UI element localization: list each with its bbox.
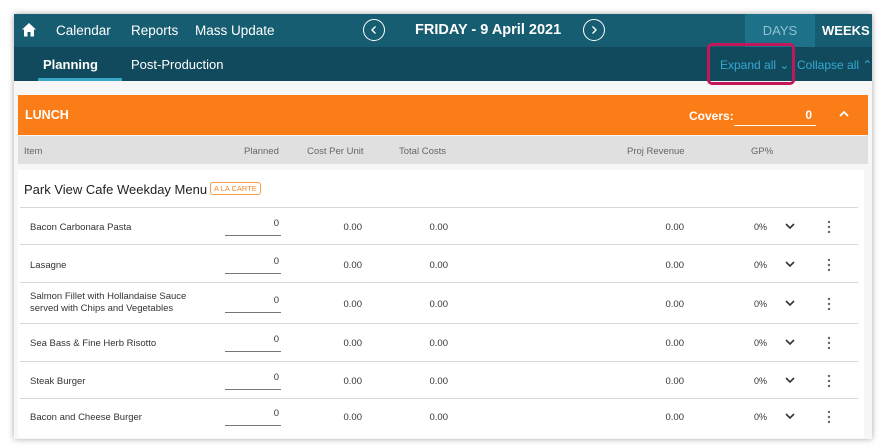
home-icon[interactable] [20, 21, 38, 39]
section-header: LUNCH Covers: 0 [18, 95, 868, 135]
chevron-right-icon [592, 26, 597, 34]
planned-input[interactable]: 0 [225, 295, 281, 313]
more-options-icon[interactable] [826, 374, 832, 388]
tab-weeks[interactable]: WEEKS [822, 14, 872, 47]
total-costs: 0.00 [429, 260, 449, 271]
more-options-icon[interactable] [826, 410, 832, 424]
gp-percent: 0% [754, 338, 768, 348]
column-proj-revenue: Proj Revenue [627, 146, 685, 157]
proj-revenue: 0.00 [665, 222, 685, 233]
nav-reports[interactable]: Reports [131, 23, 178, 38]
item-name: Salmon Fillet with Hollandaise Sauce [30, 291, 187, 302]
chevron-down-icon[interactable] [784, 375, 796, 385]
gp-percent: 0% [754, 260, 768, 270]
chevron-down-icon[interactable] [784, 411, 796, 421]
menu-type-badge: A LA CARTE [210, 182, 261, 195]
total-costs: 0.00 [429, 338, 449, 349]
total-costs: 0.00 [429, 376, 449, 387]
proj-revenue: 0.00 [665, 376, 685, 387]
cost-per-unit: 0.00 [343, 299, 363, 310]
column-planned: Planned [244, 146, 279, 157]
item-name: Lasagne [30, 260, 67, 271]
tab-post-production[interactable]: Post-Production [131, 57, 224, 72]
planned-input[interactable]: 0 [225, 218, 281, 236]
chevron-down-icon[interactable] [784, 259, 796, 269]
gp-percent: 0% [754, 222, 768, 232]
more-options-icon[interactable] [826, 297, 832, 311]
total-costs: 0.00 [429, 299, 449, 310]
planned-input[interactable]: 0 [225, 408, 281, 426]
item-name: Steak Burger [30, 376, 86, 387]
nav-calendar[interactable]: Calendar [56, 23, 111, 38]
cost-per-unit: 0.00 [343, 338, 363, 349]
table-row: Steak Burger 0 0.00 0.00 0.00 0% [20, 361, 858, 398]
column-gp: GP% [751, 146, 774, 157]
tab-planning[interactable]: Planning [43, 57, 98, 72]
column-header: Item Planned Cost Per Unit Total Costs P… [18, 136, 868, 164]
current-date: FRIDAY - 9 April 2021 [415, 22, 562, 38]
proj-revenue: 0.00 [665, 299, 685, 310]
more-options-icon[interactable] [826, 336, 832, 350]
chevron-up-icon[interactable] [837, 107, 851, 121]
proj-revenue: 0.00 [665, 260, 685, 271]
more-options-icon[interactable] [826, 220, 832, 234]
planned-input[interactable]: 0 [225, 256, 281, 274]
chevron-down-icon[interactable] [784, 337, 796, 347]
covers-label: Covers: [689, 109, 734, 123]
planned-input[interactable]: 0 [225, 334, 281, 352]
column-cost-per-unit: Cost Per Unit [307, 146, 364, 157]
total-costs: 0.00 [429, 412, 449, 423]
cost-per-unit: 0.00 [343, 412, 363, 423]
menu-card: Park View Cafe Weekday Menu A LA CARTE B… [18, 170, 864, 438]
table-row: Lasagne 0 0.00 0.00 0.00 0% [20, 244, 858, 282]
table-row: Salmon Fillet with Hollandaise Sauce ser… [20, 282, 858, 323]
planned-input[interactable]: 0 [225, 372, 281, 390]
proj-revenue: 0.00 [665, 338, 685, 349]
item-name: Sea Bass & Fine Herb Risotto [30, 338, 157, 349]
table-row: Bacon and Cheese Burger 0 0.00 0.00 0.00… [20, 398, 858, 438]
column-total-costs: Total Costs [399, 146, 446, 157]
total-costs: 0.00 [429, 222, 449, 233]
collapse-all-button[interactable]: Collapse all ⌃ [797, 58, 872, 72]
section-title: LUNCH [25, 108, 69, 122]
chevron-down-icon[interactable] [784, 298, 796, 308]
item-name: Bacon Carbonara Pasta [30, 222, 132, 233]
active-tab-indicator [38, 78, 122, 81]
cost-per-unit: 0.00 [343, 376, 363, 387]
gp-percent: 0% [754, 299, 768, 309]
gp-percent: 0% [754, 376, 768, 386]
chevron-left-icon [371, 26, 376, 34]
proj-revenue: 0.00 [665, 412, 685, 423]
menu-title: Park View Cafe Weekday Menu [24, 182, 208, 197]
prev-day-button[interactable] [363, 19, 385, 41]
cost-per-unit: 0.00 [343, 222, 363, 233]
covers-input[interactable]: 0 [734, 106, 816, 126]
more-options-icon[interactable] [826, 258, 832, 272]
highlight-annotation [707, 43, 795, 85]
item-name-line2: served with Chips and Vegetables [30, 303, 174, 314]
nav-mass-update[interactable]: Mass Update [195, 23, 275, 38]
app-frame: Calendar Reports Mass Update FRIDAY - 9 … [0, 0, 885, 448]
next-day-button[interactable] [583, 19, 605, 41]
gp-percent: 0% [754, 412, 768, 422]
chevron-down-icon[interactable] [784, 221, 796, 231]
column-item: Item [24, 146, 43, 157]
table-row: Sea Bass & Fine Herb Risotto 0 0.00 0.00… [20, 323, 858, 361]
item-name: Bacon and Cheese Burger [30, 412, 142, 423]
table-row: Bacon Carbonara Pasta 0 0.00 0.00 0.00 0… [20, 207, 858, 244]
cost-per-unit: 0.00 [343, 260, 363, 271]
